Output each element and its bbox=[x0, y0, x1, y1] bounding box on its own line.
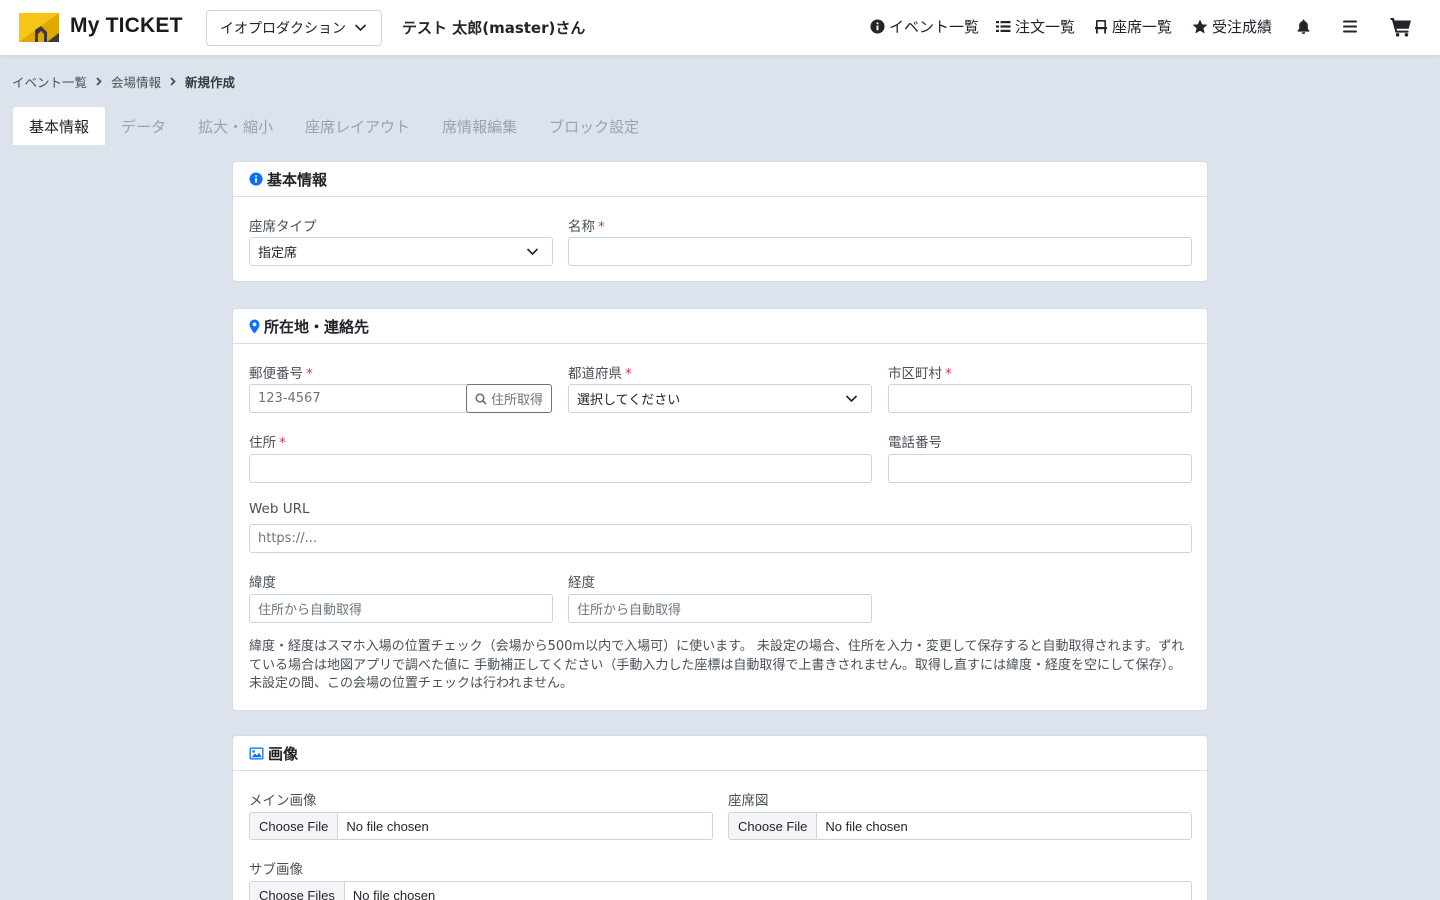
latitude-label: 緯度 bbox=[249, 575, 276, 591]
postal-code-input[interactable]: 123-4567 bbox=[249, 384, 468, 413]
nav-events-label: イベント一覧 bbox=[889, 18, 980, 36]
longitude-input[interactable]: 住所から自動取得 bbox=[568, 594, 872, 623]
nav-orders-label: 注文一覧 bbox=[1015, 18, 1076, 36]
search-icon bbox=[475, 392, 487, 405]
help-text-line: 緯度・経度はスマホ入場の位置チェック（会場から500m以内で入場可）に使います。… bbox=[249, 639, 1185, 654]
current-user-name: テスト 太郎(master)さん bbox=[402, 19, 586, 37]
phone-input[interactable] bbox=[888, 454, 1192, 483]
info-circle-icon bbox=[249, 172, 263, 186]
image-icon bbox=[249, 747, 264, 759]
images-card-header: 画像 bbox=[233, 736, 1207, 771]
nav-results-label: 受注成績 bbox=[1212, 18, 1273, 36]
latitude-input[interactable]: 住所から自動取得 bbox=[249, 594, 553, 623]
venue-tabs: 基本情報 データ 拡大・縮小 座席レイアウト 席情報編集 ブロック設定 bbox=[13, 107, 655, 145]
shopping-cart-icon[interactable] bbox=[1390, 17, 1412, 37]
chevron-right-icon bbox=[96, 77, 102, 86]
address-lookup-label: 住所取得 bbox=[490, 393, 543, 408]
help-text-line: ている場合は地図アプリで調べた値に 手動補正してください（手動入力した座標は自動… bbox=[249, 657, 1182, 673]
breadcrumb-events[interactable]: イベント一覧 bbox=[12, 72, 87, 91]
breadcrumb-current: 新規作成 bbox=[185, 75, 236, 90]
tab-basic-info[interactable]: 基本情報 bbox=[13, 107, 106, 145]
name-label: 名称 * bbox=[568, 219, 605, 235]
seat-map-file-input[interactable]: Choose File No file chosen bbox=[728, 812, 1192, 840]
location-title: 所在地・連絡先 bbox=[264, 317, 370, 336]
address-label: 住所 * bbox=[249, 435, 286, 451]
required-mark: * bbox=[598, 219, 605, 235]
longitude-label: 経度 bbox=[568, 575, 595, 591]
address-input[interactable] bbox=[249, 454, 872, 483]
nav-results[interactable]: 受注成績 bbox=[1192, 16, 1272, 37]
web-url-input[interactable]: https://... bbox=[249, 524, 1192, 553]
tab-zoom[interactable]: 拡大・縮小 bbox=[182, 107, 289, 145]
chevron-down-icon bbox=[526, 248, 539, 256]
name-input[interactable] bbox=[568, 237, 1192, 266]
city-label: 市区町村 * bbox=[888, 366, 952, 382]
images-title: 画像 bbox=[268, 744, 299, 763]
info-circle-icon bbox=[870, 19, 885, 34]
choose-file-button[interactable]: Choose File bbox=[729, 813, 818, 839]
seat-type-label: 座席タイプ bbox=[249, 219, 317, 235]
images-card: 画像 メイン画像 Choose File No file chosen 座席図 … bbox=[232, 735, 1208, 900]
map-pin-icon bbox=[249, 319, 260, 333]
choose-file-button[interactable]: Choose File bbox=[250, 813, 339, 839]
basic-info-card-header: 基本情報 bbox=[233, 162, 1207, 197]
tab-seat-layout[interactable]: 座席レイアウト bbox=[289, 107, 426, 145]
breadcrumb-venue[interactable]: 会場情報 bbox=[111, 72, 161, 91]
breadcrumb: イベント一覧 会場情報 新規作成 bbox=[12, 72, 235, 91]
organization-select[interactable]: イオプロダクション bbox=[206, 10, 382, 46]
prefecture-label: 都道府県 * bbox=[568, 366, 632, 382]
list-icon bbox=[996, 21, 1011, 32]
sub-image-label: サブ画像 bbox=[249, 862, 303, 878]
star-icon bbox=[1192, 19, 1208, 34]
no-file-text: No file chosen bbox=[346, 818, 429, 834]
basic-info-title: 基本情報 bbox=[267, 170, 328, 189]
organization-select-value: イオプロダクション bbox=[220, 21, 346, 37]
seat-type-select[interactable]: 指定席 bbox=[249, 237, 553, 266]
seat-map-label: 座席図 bbox=[728, 793, 769, 809]
postal-code-label: 郵便番号 * bbox=[249, 366, 313, 382]
location-card: 所在地・連絡先 郵便番号 * 123-4567 住所取得 都道府県 * 選択してくだ… bbox=[232, 308, 1208, 711]
web-url-label: Web URL bbox=[249, 501, 310, 517]
no-file-text: No file chosen bbox=[825, 818, 908, 834]
no-file-text: No file chosen bbox=[352, 887, 436, 900]
city-input[interactable] bbox=[888, 384, 1192, 413]
basic-info-card: 基本情報 座席タイプ 指定席 名称 * bbox=[232, 161, 1208, 282]
chevron-down-icon bbox=[354, 24, 367, 32]
nav-orders[interactable]: 注文一覧 bbox=[996, 16, 1075, 37]
help-text-line: 未設定の間、この会場の位置チェックは行われません。 bbox=[249, 676, 573, 691]
seat-type-value: 指定席 bbox=[258, 246, 298, 261]
phone-label: 電話番号 bbox=[888, 435, 942, 451]
chevron-down-icon bbox=[845, 395, 858, 403]
address-lookup-button[interactable]: 住所取得 bbox=[466, 384, 552, 413]
tab-seat-info-edit[interactable]: 席情報編集 bbox=[426, 107, 533, 145]
tab-data[interactable]: データ bbox=[105, 107, 182, 145]
prefecture-select[interactable]: 選択してください bbox=[568, 384, 872, 413]
top-navbar: My TICKET イオプロダクション テスト 太郎(master)さん イベン… bbox=[0, 0, 1440, 56]
choose-files-button[interactable]: Choose Files bbox=[250, 882, 345, 900]
prefecture-value: 選択してください bbox=[577, 393, 681, 408]
hamburger-menu-icon[interactable] bbox=[1343, 20, 1357, 33]
chevron-right-icon bbox=[170, 77, 176, 86]
tab-block-settings[interactable]: ブロック設定 bbox=[533, 107, 655, 145]
brand-name[interactable]: My TICKET bbox=[70, 14, 183, 38]
nav-events[interactable]: イベント一覧 bbox=[870, 16, 979, 37]
geolocation-help-text: 緯度・経度はスマホ入場の位置チェック（会場から500m以内で入場可）に使います。… bbox=[249, 638, 1189, 694]
main-image-label: メイン画像 bbox=[249, 793, 317, 809]
main-image-file-input[interactable]: Choose File No file chosen bbox=[249, 812, 713, 840]
chair-icon bbox=[1095, 20, 1107, 34]
nav-seats[interactable]: 座席一覧 bbox=[1094, 16, 1172, 37]
bell-icon[interactable] bbox=[1297, 19, 1310, 34]
nav-seats-label: 座席一覧 bbox=[1112, 18, 1173, 36]
brand-logo-icon[interactable] bbox=[19, 13, 59, 42]
location-card-header: 所在地・連絡先 bbox=[233, 309, 1207, 344]
sub-image-file-input[interactable]: Choose Files No file chosen bbox=[249, 881, 1192, 900]
